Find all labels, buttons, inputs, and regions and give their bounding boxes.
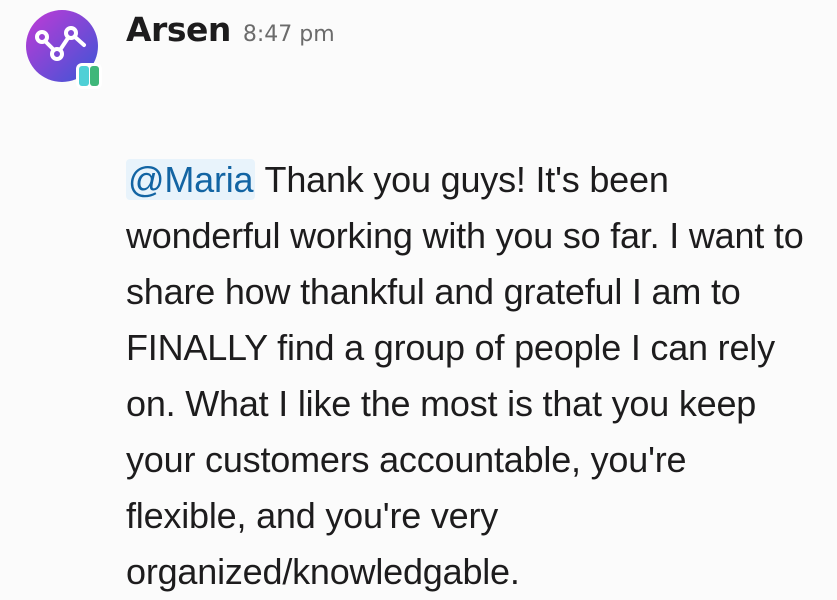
chat-message: Arsen 8:47 pm @Maria Thank you guys! It'…: [0, 0, 837, 592]
message-timestamp[interactable]: 8:47 pm: [243, 22, 335, 47]
avatar[interactable]: [26, 9, 104, 91]
network-graph-logo-icon: [26, 10, 102, 89]
badge-icon: [76, 63, 102, 89]
author-name[interactable]: Arsen: [126, 10, 231, 49]
message-header: Arsen 8:47 pm: [126, 10, 335, 62]
message-text: Thank you guys! It's been wonderful work…: [126, 159, 804, 592]
user-mention[interactable]: @Maria: [126, 159, 256, 200]
message-body: @Maria Thank you guys! It's been wonderf…: [126, 152, 816, 600]
